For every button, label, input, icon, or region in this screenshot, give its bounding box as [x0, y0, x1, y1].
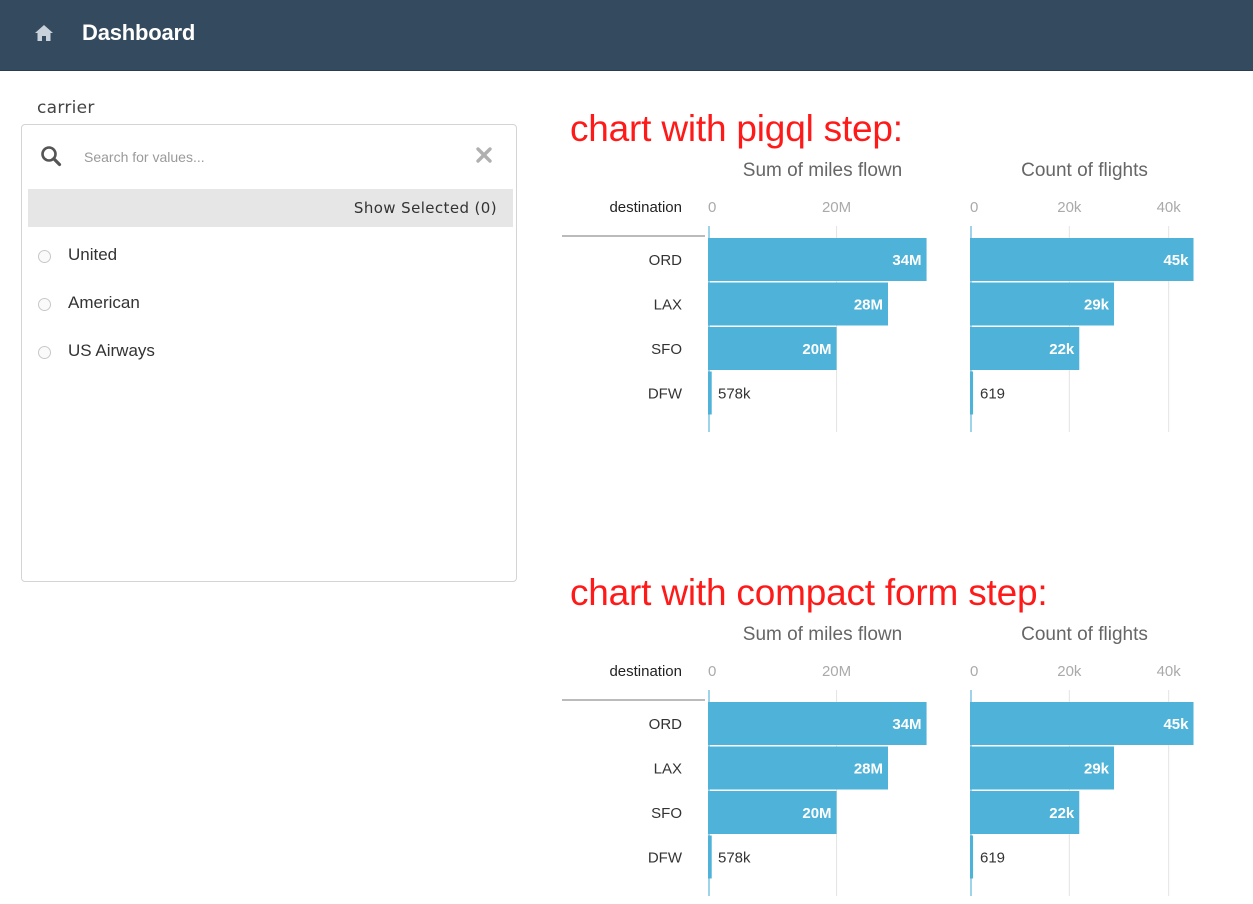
bar: [708, 835, 712, 879]
radio-button[interactable]: [38, 298, 51, 311]
category-label: ORD: [649, 716, 683, 733]
option-american[interactable]: American: [22, 291, 516, 319]
tick-label: 20k: [1057, 663, 1082, 680]
tick-label: 0: [708, 199, 716, 216]
bar: [970, 835, 974, 879]
data-label: 619: [980, 850, 1005, 867]
data-label: 22k: [1049, 805, 1075, 822]
data-label: 29k: [1084, 761, 1110, 778]
data-label: 28M: [854, 761, 883, 778]
category-label: DFW: [648, 386, 683, 403]
option-label: US Airways: [68, 341, 155, 360]
data-label: 20M: [802, 805, 831, 822]
search-icon: [41, 146, 62, 167]
data-label: 34M: [892, 252, 921, 269]
bar-chart-svg: destination ORD LAX SFO DFW Sum of miles flow…: [562, 160, 1194, 432]
tick-label: 20M: [822, 199, 851, 216]
bar: [970, 371, 974, 415]
row-header-label: destination: [609, 199, 682, 216]
radio-button[interactable]: [38, 346, 51, 359]
category-label: SFO: [651, 341, 682, 358]
category-label: LAX: [654, 761, 682, 778]
chart-section-title: chart with pigql step:: [570, 108, 903, 149]
filter-label: carrier: [37, 98, 95, 118]
bar-chart: destination ORD LAX SFO DFW Sum of miles flow…: [560, 614, 1240, 896]
data-label: 578k: [718, 386, 751, 403]
data-label: 28M: [854, 297, 883, 314]
option-label: United: [68, 245, 118, 264]
bar-chart-svg: destination ORD LAX SFO DFW Sum of miles flow…: [562, 624, 1194, 896]
series-title: Sum of miles flown: [743, 624, 902, 645]
data-label: 45k: [1163, 252, 1189, 269]
tick-label: 0: [970, 199, 978, 216]
data-label: 578k: [718, 850, 751, 867]
bar: [970, 238, 1194, 281]
series-title: Count of flights: [1021, 624, 1148, 645]
data-label: 20M: [802, 341, 831, 358]
tick-label: 20k: [1057, 199, 1082, 216]
series-title: Sum of miles flown: [743, 160, 902, 181]
page-title[interactable]: Dashboard: [82, 20, 195, 46]
tick-label: 40k: [1157, 199, 1182, 216]
category-label: DFW: [648, 850, 683, 867]
bar: [708, 371, 712, 415]
show-selected-button[interactable]: Show Selected (0): [28, 189, 513, 227]
tick-label: 0: [970, 663, 978, 680]
tick-label: 40k: [1157, 663, 1182, 680]
option-united[interactable]: United: [22, 243, 516, 271]
filter-panel: Show Selected (0) United American US Air…: [21, 124, 517, 582]
top-navbar: Dashboard: [0, 0, 1253, 71]
search-input[interactable]: [82, 143, 466, 171]
bar-chart: destination ORD LAX SFO DFW Sum of miles flow…: [560, 150, 1240, 432]
category-label: LAX: [654, 297, 682, 314]
data-label: 45k: [1163, 716, 1189, 733]
row-header-label: destination: [609, 663, 682, 680]
chart-section-title: chart with compact form step:: [570, 572, 1048, 613]
data-label: 619: [980, 386, 1005, 403]
tick-label: 0: [708, 663, 716, 680]
data-label: 22k: [1049, 341, 1075, 358]
category-label: ORD: [649, 252, 683, 269]
data-label: 29k: [1084, 297, 1110, 314]
home-icon[interactable]: [33, 22, 55, 44]
category-label: SFO: [651, 805, 682, 822]
bar: [970, 702, 1194, 745]
option-us-airways[interactable]: US Airways: [22, 339, 516, 367]
series-title: Count of flights: [1021, 160, 1148, 181]
option-label: American: [68, 293, 140, 312]
radio-button[interactable]: [38, 250, 51, 263]
tick-label: 20M: [822, 663, 851, 680]
search-row: [22, 125, 516, 185]
clear-icon[interactable]: [474, 145, 494, 165]
data-label: 34M: [892, 716, 921, 733]
